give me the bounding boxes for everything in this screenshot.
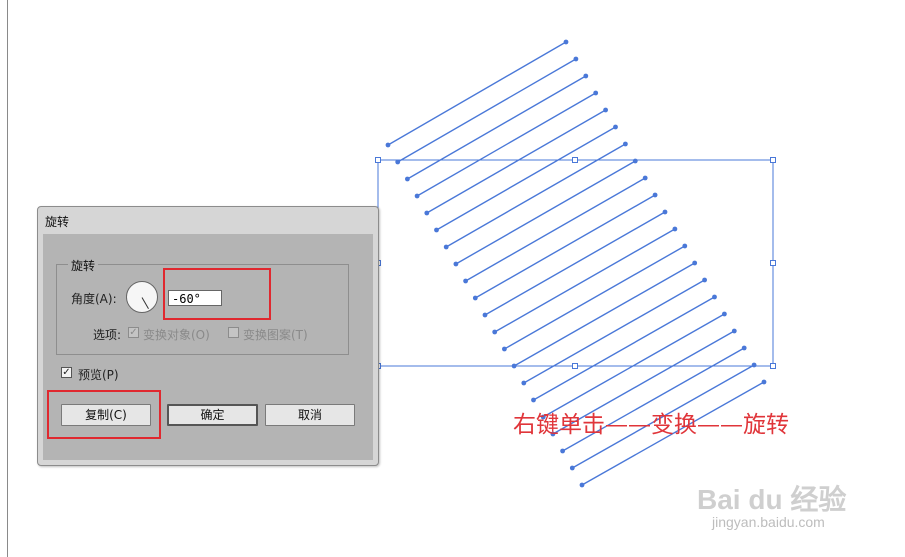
transform-patterns-checkbox[interactable] (228, 327, 239, 338)
line-anchor-end[interactable] (712, 294, 717, 300)
rotated-line[interactable] (407, 75, 587, 180)
line-anchor-end[interactable] (623, 141, 628, 147)
line-anchor-end[interactable] (761, 379, 767, 385)
rotated-line[interactable] (397, 58, 577, 163)
line-anchor-start[interactable] (569, 465, 575, 471)
line-anchor-end[interactable] (702, 277, 707, 283)
line-anchor-end[interactable] (751, 362, 757, 368)
rotated-line[interactable] (504, 245, 686, 350)
rotated-line[interactable] (426, 109, 606, 214)
rotated-line[interactable] (465, 177, 646, 282)
line-anchor-end[interactable] (642, 175, 648, 181)
line-anchor-end[interactable] (613, 124, 618, 130)
rotated-line[interactable] (523, 279, 705, 384)
line-anchor-start[interactable] (434, 227, 439, 233)
bbox-handle-top-left[interactable] (375, 157, 381, 163)
line-anchor-end[interactable] (692, 260, 698, 266)
instruction-caption: 右键单击——变换——旋转 (513, 412, 789, 438)
line-anchor-end[interactable] (593, 90, 599, 96)
line-anchor-start[interactable] (560, 448, 565, 454)
line-anchor-end[interactable] (672, 226, 678, 232)
line-anchor-end[interactable] (722, 311, 727, 317)
rotated-line[interactable] (387, 41, 567, 146)
watermark-url: jingyan.baidu.com (712, 514, 825, 530)
rotated-line[interactable] (533, 296, 715, 401)
line-anchor-end[interactable] (563, 39, 569, 45)
rotated-line[interactable] (484, 211, 666, 316)
line-anchor-end[interactable] (652, 192, 658, 198)
copy-highlight-box (47, 390, 161, 439)
line-anchor-start[interactable] (424, 210, 430, 216)
line-anchor-start[interactable] (502, 346, 507, 352)
rotated-line[interactable] (494, 228, 676, 333)
line-anchor-start[interactable] (521, 380, 527, 386)
line-anchor-end[interactable] (632, 158, 638, 164)
transform-objects-checkbox[interactable]: ✓ (128, 327, 139, 338)
line-anchor-end[interactable] (603, 107, 608, 113)
line-anchor-start[interactable] (405, 176, 410, 182)
watermark-logo: Bai du 经验 (697, 484, 847, 515)
angle-dial[interactable] (126, 281, 158, 313)
transform-objects-label: 变换对象(O) (143, 328, 210, 342)
line-anchor-end[interactable] (682, 243, 688, 249)
rotated-line[interactable] (474, 194, 656, 299)
bbox-handle-top-right[interactable] (770, 157, 776, 163)
ok-button[interactable]: 确定 (167, 404, 258, 426)
line-anchor-start[interactable] (453, 261, 459, 267)
rotated-line[interactable] (445, 143, 626, 248)
bbox-handle-middle-right[interactable] (770, 260, 776, 266)
options-label: 选项: (93, 328, 122, 342)
preview-label: 预览(P) (78, 368, 119, 382)
rotate-group-label: 旋转 (68, 257, 99, 274)
line-anchor-start[interactable] (531, 397, 536, 403)
preview-checkbox[interactable]: ✓ (61, 367, 72, 378)
angle-label: 角度(A): (71, 292, 117, 306)
bbox-handle-bottom-right[interactable] (770, 363, 776, 369)
transform-patterns-label: 变换图案(T) (243, 328, 308, 342)
rotated-line[interactable] (436, 126, 616, 231)
line-anchor-end[interactable] (741, 345, 747, 351)
line-anchor-start[interactable] (385, 142, 391, 148)
bbox-handle-bottom-middle[interactable] (572, 363, 578, 369)
cancel-button[interactable]: 取消 (265, 404, 355, 426)
angle-highlight-box (163, 268, 271, 320)
bbox-handle-top-middle[interactable] (572, 157, 578, 163)
rotated-line[interactable] (455, 160, 636, 265)
line-anchor-end[interactable] (573, 56, 579, 62)
line-anchor-start[interactable] (482, 312, 488, 318)
line-anchor-start[interactable] (463, 278, 468, 284)
line-anchor-start[interactable] (579, 482, 585, 488)
line-anchor-start[interactable] (414, 193, 420, 199)
line-anchor-start[interactable] (511, 363, 517, 369)
line-anchor-start[interactable] (395, 159, 401, 165)
angle-dial-needle (141, 297, 149, 310)
rotated-line[interactable] (513, 262, 696, 367)
dialog-title: 旋转 (45, 215, 70, 229)
line-anchor-start[interactable] (472, 295, 478, 301)
line-anchor-start[interactable] (492, 329, 498, 335)
line-anchor-end[interactable] (583, 73, 589, 79)
line-anchor-start[interactable] (443, 244, 449, 250)
line-anchor-end[interactable] (662, 209, 668, 215)
rotated-line[interactable] (416, 92, 597, 197)
line-anchor-end[interactable] (731, 328, 737, 334)
